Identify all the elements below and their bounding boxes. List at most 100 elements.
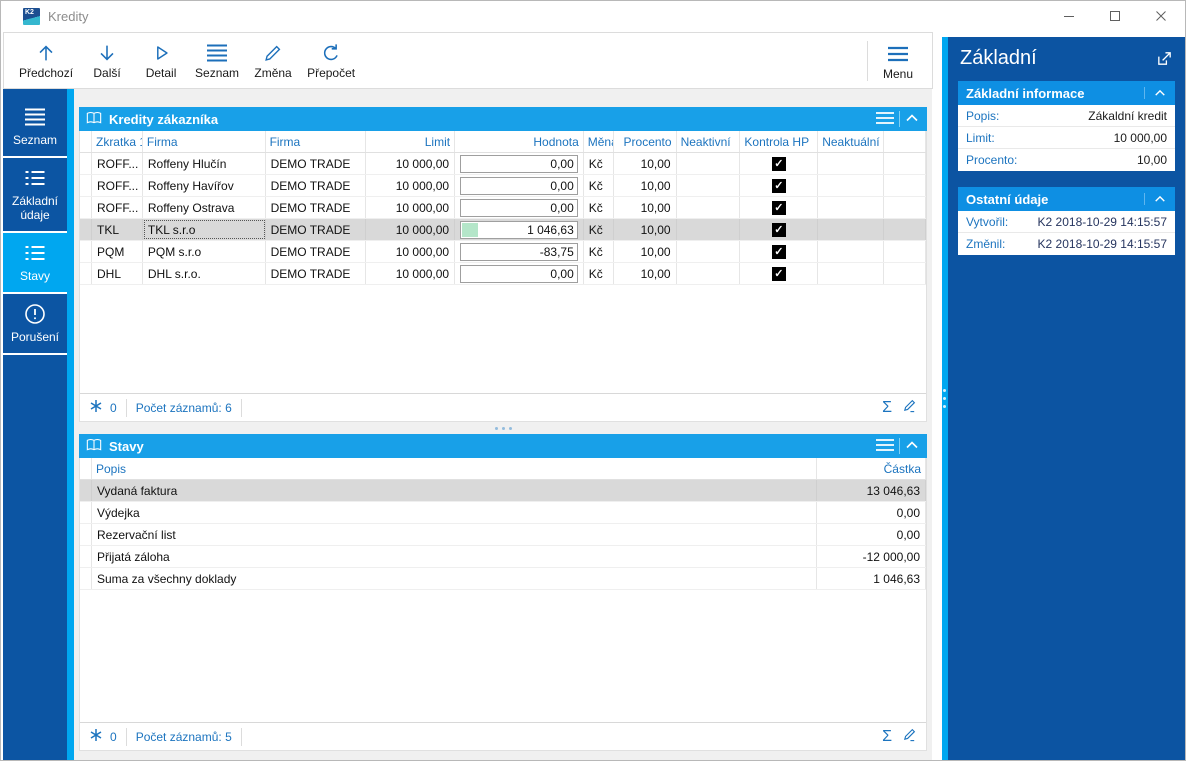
- table-row[interactable]: Přijatá záloha -12 000,00: [80, 546, 927, 568]
- column-header-mena[interactable]: Měna: [584, 131, 614, 152]
- cell-mena: Kč: [584, 153, 614, 174]
- panel-menu-icon[interactable]: [875, 437, 895, 456]
- edit-pencil-icon[interactable]: [902, 727, 917, 747]
- hodnota-input[interactable]: -83,75: [460, 242, 578, 261]
- credits-table-header: Zkratka 1FirmaFirmaLimitHodnotaMěnaProce…: [80, 131, 926, 153]
- cell-neaktivni: [677, 153, 741, 174]
- sidebar-item-stavy[interactable]: Stavy: [3, 233, 67, 294]
- toolbar-button-list[interactable]: Seznam: [188, 36, 246, 86]
- cell-firma: TKL s.r.o: [143, 219, 266, 240]
- table-row[interactable]: Vydaná faktura 13 046,63: [80, 480, 927, 502]
- cell-neaktualni: [818, 219, 885, 240]
- checkbox-checked-icon[interactable]: ✓: [771, 178, 786, 193]
- cell-neaktivni: [677, 197, 741, 218]
- menu-button[interactable]: Menu: [872, 36, 924, 86]
- table-row[interactable]: Suma za všechny doklady 1 046,63: [80, 568, 927, 590]
- snowflake-icon[interactable]: [89, 399, 103, 416]
- list-icon: [205, 41, 229, 65]
- toolbar-button-detail[interactable]: Detail: [134, 36, 188, 86]
- maximize-button[interactable]: [1092, 1, 1138, 31]
- credits-table-rows: ROFF... Roffeny Hlučín DEMO TRADE 10 000,00…: [80, 153, 927, 285]
- cell-filler: [884, 241, 927, 262]
- section-header-other-info[interactable]: Ostatní údaje: [958, 187, 1175, 211]
- cell-neaktualni: [818, 197, 885, 218]
- hodnota-input[interactable]: 0,00: [460, 176, 578, 195]
- toolbar-button-recalculate[interactable]: Přepočet: [300, 36, 362, 86]
- cell-kontrola_hp: ✓: [740, 197, 819, 218]
- cell-zkratka: TKL: [92, 219, 143, 240]
- section-header-basic-info[interactable]: Základní informace: [958, 81, 1175, 105]
- column-header-firma[interactable]: Firma: [143, 131, 266, 152]
- checkbox-checked-icon[interactable]: ✓: [771, 200, 786, 215]
- cell-castka: -12 000,00: [817, 546, 927, 567]
- table-row[interactable]: Výdejka 0,00: [80, 502, 927, 524]
- sidebar-item-label: Seznam: [12, 133, 58, 147]
- table-row[interactable]: ROFF... Roffeny Hlučín DEMO TRADE 10 000,00…: [80, 153, 927, 175]
- checkbox-checked-icon[interactable]: ✓: [771, 222, 786, 237]
- panel-menu-icon[interactable]: [875, 110, 895, 129]
- column-header-firma2[interactable]: Firma: [266, 131, 367, 152]
- column-header-hodnota[interactable]: Hodnota: [455, 131, 584, 152]
- toolbar-button-next[interactable]: Další: [80, 36, 134, 86]
- collapse-chevron-up-icon[interactable]: [904, 111, 920, 128]
- cell-procento: 10,00: [614, 241, 677, 262]
- sum-sigma-icon[interactable]: Σ: [882, 399, 892, 417]
- cell-firma2: DEMO TRADE: [266, 219, 367, 240]
- sidebar-item-poruseni[interactable]: Porušení: [3, 294, 67, 355]
- sidebar-item-zakladni-udaje[interactable]: Základní údaje: [3, 158, 67, 233]
- sum-sigma-icon[interactable]: Σ: [882, 728, 892, 746]
- column-header-castka[interactable]: Částka: [817, 458, 926, 479]
- table-row[interactable]: TKL TKL s.r.o DEMO TRADE 10 000,00 1 046,63 K…: [80, 219, 927, 241]
- info-value: K2 2018-10-29 14:15:57: [1037, 214, 1167, 229]
- checkbox-checked-icon[interactable]: ✓: [771, 266, 786, 281]
- cell-kontrola_hp: ✓: [740, 241, 819, 262]
- toolbar-button-edit[interactable]: Změna: [246, 36, 300, 86]
- checkbox-checked-icon[interactable]: ✓: [771, 244, 786, 259]
- cell-marker: [80, 524, 92, 545]
- hodnota-input[interactable]: 0,00: [460, 264, 578, 283]
- column-header-limit[interactable]: Limit: [366, 131, 456, 152]
- window-title: Kredity: [48, 9, 89, 24]
- table-row[interactable]: ROFF... Roffeny Havířov DEMO TRADE 10 000,0…: [80, 175, 927, 197]
- cell-castka: 1 046,63: [817, 568, 927, 589]
- table-row[interactable]: ROFF... Roffeny Ostrava DEMO TRADE 10 000,0…: [80, 197, 927, 219]
- hodnota-value: -83,75: [539, 244, 574, 259]
- column-header-zkratka[interactable]: Zkratka 1: [92, 131, 143, 152]
- snowflake-icon[interactable]: [89, 728, 103, 745]
- menu-icon: [886, 42, 910, 66]
- table-row[interactable]: PQM PQM s.r.o DEMO TRADE 10 000,00 -83,75 Kč 1…: [80, 241, 927, 263]
- section-collapse-chevron-icon[interactable]: [1144, 193, 1167, 205]
- hodnota-input[interactable]: 0,00: [460, 198, 578, 217]
- open-in-window-icon[interactable]: [1156, 50, 1173, 72]
- cell-castka: 0,00: [817, 502, 927, 523]
- column-header-procento[interactable]: Procento: [614, 131, 677, 152]
- toolbar-button-label: Seznam: [195, 66, 240, 80]
- column-header-kontrola_hp[interactable]: Kontrola HP: [740, 131, 819, 152]
- close-button[interactable]: [1138, 1, 1184, 31]
- hodnota-input[interactable]: 1 046,63: [460, 220, 578, 239]
- sidebar-edge-strip: [67, 89, 74, 760]
- hodnota-input[interactable]: 0,00: [460, 154, 578, 173]
- section-collapse-chevron-icon[interactable]: [1144, 87, 1167, 99]
- cell-zkratka: DHL: [92, 263, 143, 284]
- toolbar-button-label: Přepočet: [307, 66, 356, 80]
- edit-pencil-icon[interactable]: [902, 398, 917, 418]
- cell-kontrola_hp: ✓: [740, 153, 819, 174]
- table-row[interactable]: Rezervační list 0,00: [80, 524, 927, 546]
- column-header-blank: [80, 131, 92, 152]
- cell-neaktivni: [677, 219, 741, 240]
- info-value: 10 000,00: [1113, 130, 1167, 145]
- checkbox-checked-icon[interactable]: ✓: [771, 156, 786, 171]
- states-panel-title: Stavy: [109, 438, 144, 454]
- cell-marker: [80, 241, 92, 262]
- minimize-button[interactable]: [1046, 1, 1092, 31]
- column-header-neaktualni[interactable]: Neaktuální: [818, 131, 885, 152]
- collapse-chevron-up-icon[interactable]: [904, 438, 920, 455]
- horizontal-splitter[interactable]: [79, 422, 927, 434]
- table-row[interactable]: DHL DHL s.r.o. DEMO TRADE 10 000,00 0,00 Kč 10…: [80, 263, 927, 285]
- sidebar-item-seznam[interactable]: Seznam: [3, 97, 67, 158]
- cell-procento: 10,00: [614, 197, 677, 218]
- column-header-popis[interactable]: Popis: [92, 458, 818, 479]
- toolbar-button-previous[interactable]: Předchozí: [12, 36, 80, 86]
- column-header-neaktivni[interactable]: Neaktivní: [677, 131, 741, 152]
